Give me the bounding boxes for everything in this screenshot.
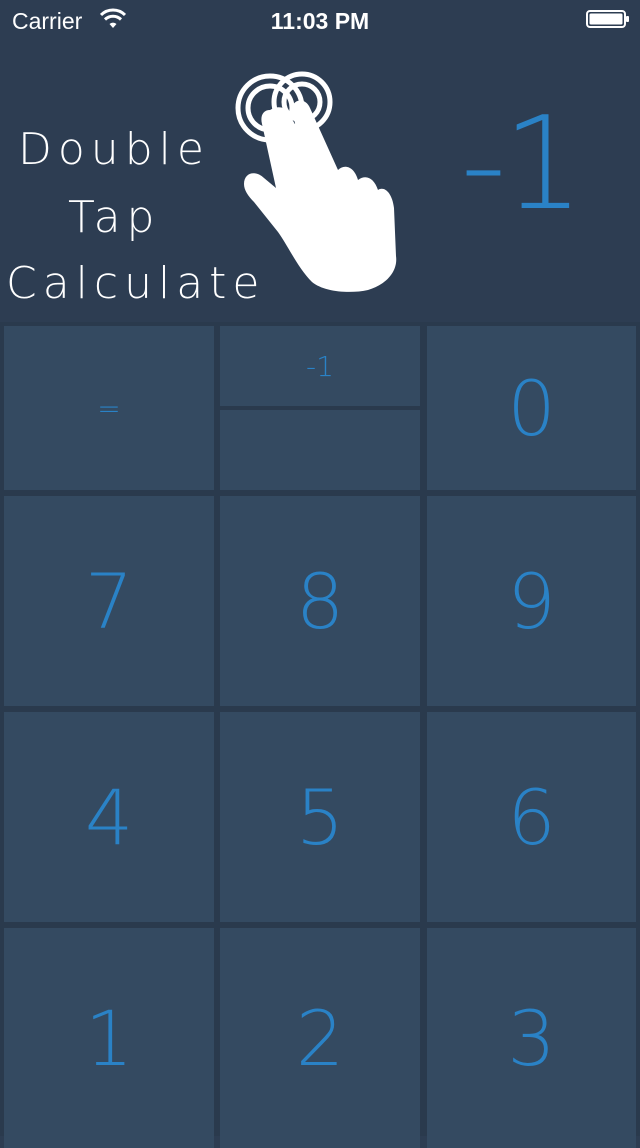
app-header: Double Tap Calculate -1 — [0, 40, 640, 322]
equals-button[interactable]: = — [4, 326, 214, 490]
battery-icon — [586, 10, 629, 28]
title-line-1: Double — [18, 124, 210, 175]
keypad: = -1 0 7 8 9 4 5 6 1 2 3 — [0, 322, 640, 1148]
digit-4-button[interactable]: 4 — [4, 712, 214, 922]
title-line-2: Tap — [68, 192, 161, 243]
digit-2-button[interactable]: 2 — [220, 928, 420, 1148]
result-display: -1 — [460, 90, 584, 239]
digit-1-button[interactable]: 1 — [4, 928, 214, 1148]
digit-6-button[interactable]: 6 — [427, 712, 636, 922]
digit-8-button[interactable]: 8 — [220, 496, 420, 706]
digit-3-button[interactable]: 3 — [427, 928, 636, 1148]
title-line-3: Calculate — [6, 258, 266, 309]
status-bar: Carrier 11:03 PM — [0, 0, 640, 40]
status-time: 11:03 PM — [270, 8, 370, 34]
history-bottom[interactable] — [220, 410, 420, 490]
digit-7-button[interactable]: 7 — [4, 496, 214, 706]
digit-5-button[interactable]: 5 — [220, 712, 420, 922]
double-tap-hand-icon — [235, 71, 397, 292]
history-top[interactable]: -1 — [220, 326, 420, 406]
digit-9-button[interactable]: 9 — [427, 496, 636, 706]
digit-0-button[interactable]: 0 — [427, 326, 636, 490]
